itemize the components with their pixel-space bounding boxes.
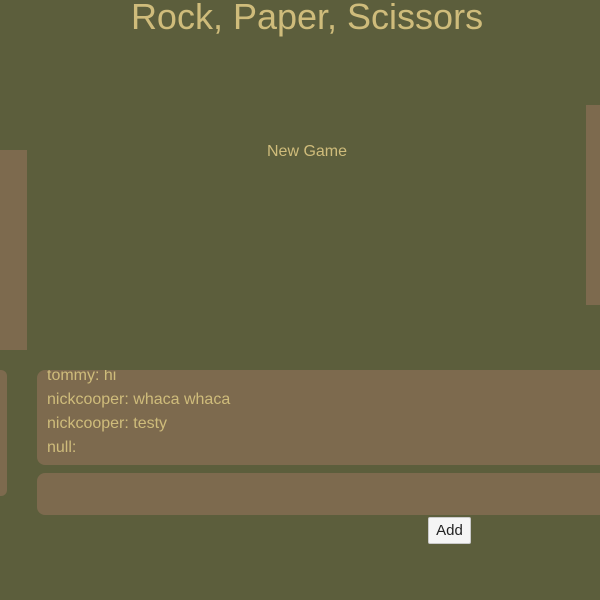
- chat-message-input[interactable]: [37, 473, 600, 515]
- chat-log[interactable]: tommy: hi nickcooper: whaca whaca nickco…: [37, 370, 600, 465]
- page-title: Rock, Paper, Scissors: [130, 0, 484, 37]
- left-player-panel: [0, 150, 27, 350]
- chat-message: tommy: hi: [47, 370, 117, 384]
- chat-message: nickcooper: testy: [47, 415, 168, 432]
- new-game-link[interactable]: New Game: [257, 141, 357, 163]
- chat-message-list: tommy: hi nickcooper: whaca whaca nickco…: [47, 370, 230, 460]
- chat-message: null:: [47, 439, 77, 456]
- game-page: Rock, Paper, Scissors e New Game tommy: …: [0, 0, 600, 600]
- right-player-panel: [586, 105, 600, 305]
- left-side-panel: [0, 370, 7, 496]
- chat-message: nickcooper: whaca whaca: [47, 391, 231, 408]
- add-message-button[interactable]: Add: [428, 517, 471, 544]
